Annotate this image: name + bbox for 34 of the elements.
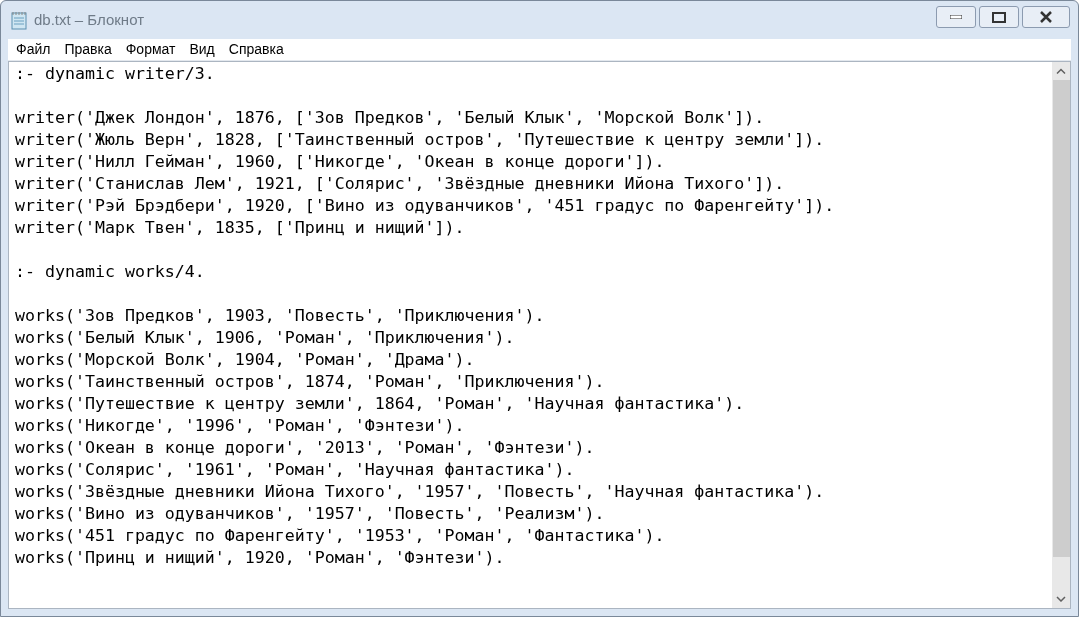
code-line: writer('Марк Твен', 1835, ['Принц и нищий']). [15, 217, 465, 239]
code-line: works('Звёздные дневники Ийона Тихого', '1957', 'Повесть', 'Научная фантастика'). [15, 481, 825, 503]
close-icon [1039, 11, 1053, 23]
code-line: works('Белый Клык', 1906, 'Роман', 'Приключения'). [15, 327, 515, 349]
close-button[interactable] [1022, 6, 1070, 28]
code-line: works('Принц и нищий', 1920, 'Роман', 'Фэнтези'). [15, 547, 505, 569]
code-line: writer('Нилл Гейман', 1960, ['Никогде', 'Океан в конце дороги']). [15, 151, 665, 173]
code-line: works('Путешествие к центру земли', 1864, 'Роман', 'Научная фантастика'). [15, 393, 745, 415]
menu-item[interactable]: Справка [228, 39, 284, 60]
code-line: works('Вино из одуванчиков', '1957', 'Повесть', 'Реализм'). [15, 503, 605, 525]
code-line: writer('Рэй Брэдбери', 1920, ['Вино из одуванчиков', '451 градус по Фаренгейту']). [15, 195, 835, 217]
code-line: :- dynamic writer/3. [15, 63, 215, 85]
code-line: works('Морской Волк', 1904, 'Роман', 'Драма'). [15, 349, 475, 371]
menu-item[interactable]: Формат [125, 39, 176, 60]
menu-item[interactable]: Вид [189, 39, 215, 60]
code-line: works('Океан в конце дороги', '2013', 'Роман', 'Фэнтези'). [15, 437, 595, 459]
code-line: :- dynamic works/4. [15, 261, 205, 283]
notepad-icon [10, 10, 28, 30]
code-line: works('Таинственный остров', 1874, 'Роман', 'Приключения'). [15, 371, 605, 393]
window-title: db.txt – Блокнот [34, 9, 145, 30]
code-line: writer('Джек Лондон', 1876, ['Зов Предков', 'Белый Клык', 'Морской Волк']). [15, 107, 765, 129]
maximize-icon [992, 11, 1006, 23]
scroll-up-icon [1056, 68, 1066, 74]
minimize-icon [950, 15, 962, 19]
code-line: works('451 градус по Фаренгейту', '1953', 'Роман', 'Фантастика'). [15, 525, 665, 547]
code-line: writer('Жюль Верн', 1828, ['Таинственный остров', 'Путешествие к центру земли']). [15, 129, 825, 151]
maximize-button[interactable] [979, 6, 1019, 28]
code-line: works('Зов Предков', 1903, 'Повесть', 'Приключения'). [15, 305, 545, 327]
code-line: writer('Станислав Лем', 1921, ['Солярис', 'Звёздные дневники Ийона Тихого']). [15, 173, 785, 195]
scroll-down-icon [1056, 596, 1066, 602]
menu-item[interactable]: Правка [64, 39, 112, 60]
code-line: works('Никогде', '1996', 'Роман', 'Фэнтези'). [15, 415, 465, 437]
menu-item[interactable]: Файл [16, 39, 51, 60]
code-line: works('Солярис', '1961', 'Роман', 'Научная фантастика'). [15, 459, 575, 481]
